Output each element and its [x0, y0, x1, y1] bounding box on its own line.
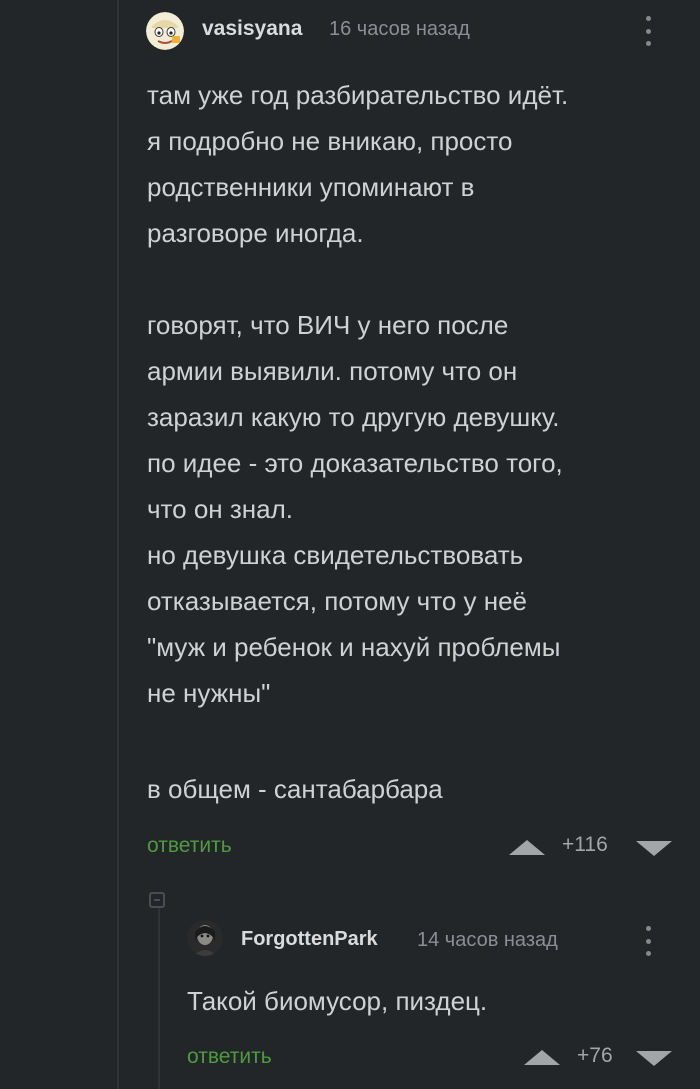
reply-link[interactable]: ответить	[147, 834, 232, 858]
thread-line	[117, 0, 119, 1089]
more-options-button[interactable]	[645, 16, 651, 46]
triangle-down-icon[interactable]	[636, 1051, 672, 1066]
triangle-up-icon[interactable]	[509, 840, 545, 855]
vertical-ellipsis-icon	[645, 926, 651, 931]
comment-rating: +76	[577, 1044, 613, 1067]
reply-link[interactable]: ответить	[187, 1045, 272, 1069]
thread-line-reply	[158, 906, 160, 1089]
avatar[interactable]	[187, 920, 223, 956]
comment-time: 14 часов назад	[417, 929, 558, 951]
vertical-ellipsis-icon	[645, 16, 651, 21]
author-name[interactable]: vasisyana	[202, 17, 302, 41]
avatar[interactable]	[146, 12, 184, 50]
more-options-button[interactable]	[645, 926, 651, 956]
comment-paragraph: говорят, что ВИЧ у него после армии выяв…	[147, 310, 563, 708]
dark-portrait-avatar-icon	[187, 920, 223, 956]
triangle-up-icon[interactable]	[524, 1050, 560, 1065]
comment-paragraph: в общем - сантабарбара	[147, 774, 443, 804]
comment-paragraph: Такой биомусор, пиздец.	[187, 986, 488, 1016]
collapse-square-icon[interactable]	[149, 892, 165, 908]
comment-paragraph: там уже год разбирательство идёт. я подр…	[147, 80, 569, 248]
cartoon-face-avatar-icon	[146, 12, 184, 50]
comment-rating: +116	[562, 833, 608, 856]
comment-time: 16 часов назад	[329, 18, 470, 40]
triangle-down-icon[interactable]	[636, 841, 672, 856]
author-name[interactable]: ForgottenPark	[241, 928, 378, 951]
